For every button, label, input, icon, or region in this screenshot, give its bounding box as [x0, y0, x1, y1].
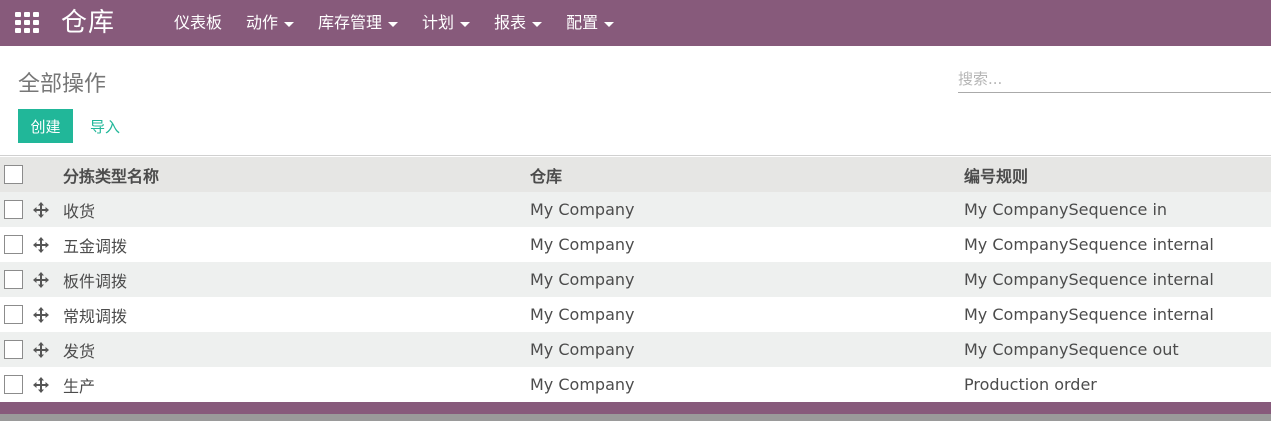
breadcrumb: 全部操作 — [18, 72, 107, 97]
create-button[interactable]: 创建 — [18, 109, 73, 143]
cell-warehouse: My Company — [530, 340, 635, 359]
cell-name: 发货 — [63, 341, 96, 361]
row-select-cell — [0, 192, 30, 227]
table-row[interactable]: 五金调拨 My Company My CompanySequence inter… — [0, 227, 1271, 262]
main-menu: 仪表板 动作 库存管理 计划 报表 配置 — [162, 0, 626, 46]
row-select-cell — [0, 262, 30, 297]
menu-item-label: 库存管理 — [318, 13, 383, 32]
search-input[interactable] — [958, 65, 1271, 93]
table-row[interactable]: 收货 My Company My CompanySequence in — [0, 192, 1271, 227]
row-handle-cell — [30, 332, 63, 367]
chevron-down-icon — [532, 21, 543, 27]
row-checkbox[interactable] — [4, 200, 23, 219]
cell-sequence: My CompanySequence internal — [964, 305, 1214, 324]
import-button[interactable]: 导入 — [80, 109, 130, 143]
drag-handle-icon[interactable] — [33, 236, 49, 253]
row-handle-cell — [30, 192, 63, 227]
menu-item-label: 动作 — [246, 13, 279, 32]
row-handle-cell — [30, 262, 63, 297]
select-all-checkbox[interactable] — [4, 165, 23, 184]
column-header-sequence[interactable]: 编号规则 — [964, 157, 1271, 192]
cell-warehouse: My Company — [530, 375, 635, 394]
cell-warehouse: My Company — [530, 305, 635, 324]
cell-sequence: My CompanySequence internal — [964, 270, 1214, 289]
menu-item-label: 计划 — [422, 13, 455, 32]
cell-name: 收货 — [63, 201, 96, 221]
menu-item-planning[interactable]: 计划 — [410, 0, 482, 46]
cell-name: 五金调拨 — [63, 236, 128, 256]
chevron-down-icon — [284, 21, 295, 27]
cell-sequence: My CompanySequence in — [964, 200, 1168, 219]
drag-handle-icon[interactable] — [33, 376, 49, 393]
row-checkbox[interactable] — [4, 305, 23, 324]
column-header-name[interactable]: 分拣类型名称 — [63, 157, 530, 192]
cell-sequence: Production order — [964, 375, 1097, 394]
column-header-warehouse[interactable]: 仓库 — [530, 157, 964, 192]
menu-item-configuration[interactable]: 配置 — [554, 0, 626, 46]
menu-item-actions[interactable]: 动作 — [234, 0, 306, 46]
table-row[interactable]: 发货 My Company My CompanySequence out — [0, 332, 1271, 367]
table-header-row: 分拣类型名称 仓库 编号规则 — [0, 157, 1271, 192]
footer-scroll-area — [0, 414, 1271, 421]
table-row[interactable]: 生产 My Company Production order — [0, 367, 1271, 402]
cell-name: 生产 — [63, 376, 96, 396]
top-navbar: 仓库 仪表板 动作 库存管理 计划 报表 配置 — [0, 0, 1271, 46]
table-row[interactable]: 常规调拨 My Company My CompanySequence inter… — [0, 297, 1271, 332]
operation-types-table: 分拣类型名称 仓库 编号规则 收货 My Company My CompanyS… — [0, 157, 1271, 402]
drag-handle-icon[interactable] — [33, 341, 49, 358]
cell-name: 板件调拨 — [63, 271, 128, 291]
apps-grid-icon[interactable] — [15, 12, 39, 33]
chevron-down-icon — [604, 21, 615, 27]
table-row[interactable]: 板件调拨 My Company My CompanySequence inter… — [0, 262, 1271, 297]
row-select-cell — [0, 227, 30, 262]
cell-warehouse: My Company — [530, 200, 635, 219]
cell-sequence: My CompanySequence out — [964, 340, 1179, 359]
row-checkbox[interactable] — [4, 375, 23, 394]
row-handle-cell — [30, 297, 63, 332]
row-select-cell — [0, 332, 30, 367]
handle-header-cell — [30, 157, 63, 192]
row-checkbox[interactable] — [4, 235, 23, 254]
row-checkbox[interactable] — [4, 270, 23, 289]
menu-item-dashboard[interactable]: 仪表板 — [162, 0, 234, 46]
chevron-down-icon — [460, 21, 471, 27]
drag-handle-icon[interactable] — [33, 271, 49, 288]
row-select-cell — [0, 367, 30, 402]
row-checkbox[interactable] — [4, 340, 23, 359]
cell-warehouse: My Company — [530, 270, 635, 289]
cell-sequence: My CompanySequence internal — [964, 235, 1214, 254]
app-title[interactable]: 仓库 — [61, 6, 115, 40]
control-panel: 全部操作 创建 导入 — [0, 53, 1271, 156]
row-handle-cell — [30, 227, 63, 262]
drag-handle-icon[interactable] — [33, 306, 49, 323]
select-all-cell — [0, 157, 30, 192]
row-handle-cell — [30, 367, 63, 402]
chevron-down-icon — [388, 21, 399, 27]
row-select-cell — [0, 297, 30, 332]
menu-item-inventory[interactable]: 库存管理 — [306, 0, 410, 46]
menu-item-reports[interactable]: 报表 — [482, 0, 554, 46]
cell-name: 常规调拨 — [63, 306, 128, 326]
drag-handle-icon[interactable] — [33, 201, 49, 218]
cell-warehouse: My Company — [530, 235, 635, 254]
menu-item-label: 报表 — [494, 13, 527, 32]
footer-bar — [0, 402, 1271, 414]
menu-item-label: 配置 — [566, 13, 599, 32]
menu-item-label: 仪表板 — [174, 13, 223, 32]
